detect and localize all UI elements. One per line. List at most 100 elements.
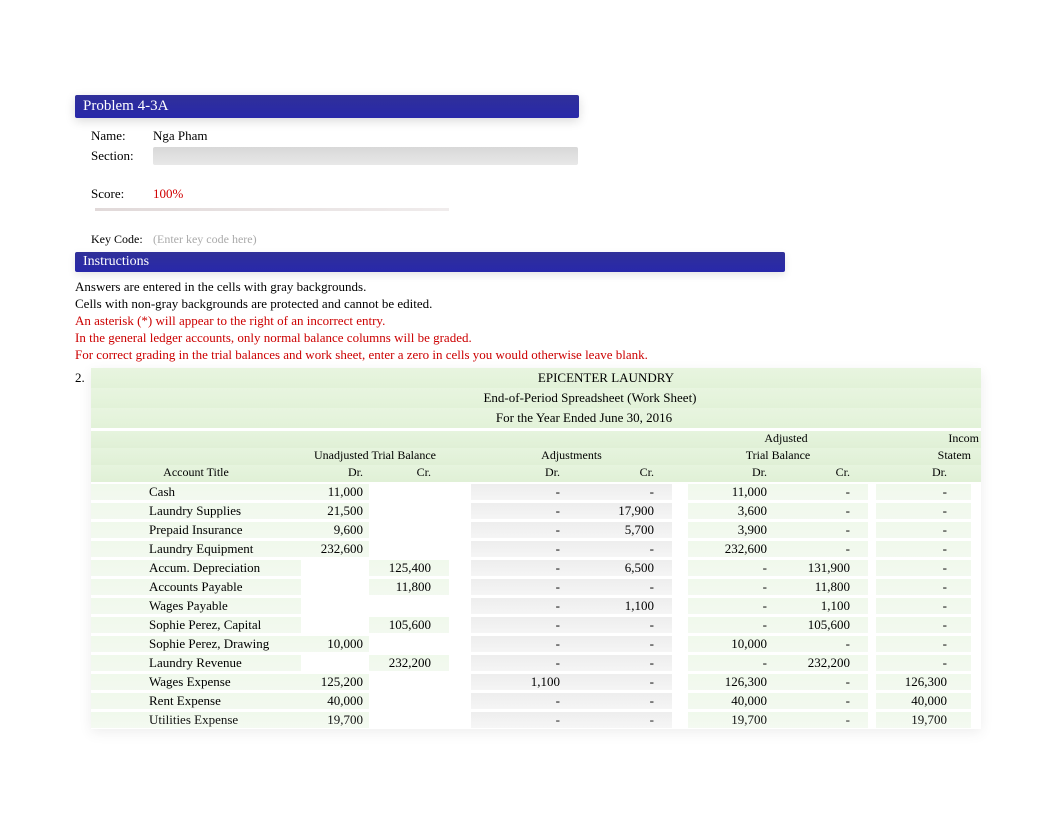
atb-dr-cell: -: [688, 579, 773, 595]
atb-cr-header: Cr.: [773, 465, 868, 482]
utb-dr-header: Dr.: [301, 465, 369, 482]
adj-cr-cell[interactable]: -: [566, 541, 672, 557]
account-title-cell: Wages Expense: [91, 674, 301, 690]
is-dr-cell: -: [876, 541, 971, 557]
adj-dr-cell[interactable]: -: [471, 655, 566, 671]
table-row: Accum. Depreciation125,400-6,500-131,900…: [91, 558, 981, 577]
adjusted-tb-label: Trial Balance: [688, 448, 868, 465]
instructions-text: Answers are entered in the cells with gr…: [75, 278, 1062, 363]
atb-cr-cell: -: [773, 693, 868, 709]
section-label: Section:: [91, 148, 153, 164]
section-number: 2.: [75, 370, 85, 386]
atb-cr-cell: -: [773, 522, 868, 538]
keycode-label: Key Code:: [91, 232, 153, 247]
utb-dr-cell: 9,600: [301, 522, 369, 538]
atb-dr-cell: 3,600: [688, 503, 773, 519]
atb-dr-cell: 10,000: [688, 636, 773, 652]
unadjusted-tb-label: Unadjusted Trial Balance: [301, 448, 449, 465]
atb-dr-cell: -: [688, 598, 773, 614]
atb-dr-cell: 126,300: [688, 674, 773, 690]
utb-dr-cell: 10,000: [301, 636, 369, 652]
atb-dr-cell: 40,000: [688, 693, 773, 709]
adj-dr-cell[interactable]: -: [471, 522, 566, 538]
worksheet-company: EPICENTER LAUNDRY: [91, 368, 981, 388]
is-dr-cell: -: [876, 503, 971, 519]
account-title-cell: Accounts Payable: [91, 579, 301, 595]
table-row: Wages Payable-1,100-1,100-: [91, 596, 981, 615]
atb-dr-header: Dr.: [688, 465, 773, 482]
account-title-cell: Laundry Supplies: [91, 503, 301, 519]
instructions-bar: Instructions: [75, 252, 785, 272]
worksheet-period: For the Year Ended June 30, 2016: [91, 408, 981, 428]
atb-cr-cell: 131,900: [773, 560, 868, 576]
income-label: Incom: [884, 431, 979, 448]
worksheet: EPICENTER LAUNDRY End-of-Period Spreadsh…: [91, 368, 981, 729]
adj-cr-cell[interactable]: -: [566, 655, 672, 671]
utb-dr-cell: 40,000: [301, 693, 369, 709]
is-dr-cell: -: [876, 598, 971, 614]
adj-dr-cell[interactable]: -: [471, 541, 566, 557]
account-title-cell: Wages Payable: [91, 598, 301, 614]
instructions-line3: An asterisk (*) will appear to the right…: [75, 312, 1062, 329]
utb-cr-cell: 11,800: [369, 579, 449, 595]
column-labels-row: Account Title Dr. Cr. Dr. Cr. Dr. Cr. Dr…: [91, 465, 981, 482]
adj-dr-cell[interactable]: -: [471, 484, 566, 500]
adj-dr-cell[interactable]: -: [471, 560, 566, 576]
table-row: Cash11,000--11,000--: [91, 482, 981, 501]
atb-cr-cell: -: [773, 636, 868, 652]
adj-cr-cell[interactable]: -: [566, 693, 672, 709]
atb-cr-cell: 105,600: [773, 617, 868, 633]
atb-cr-cell: -: [773, 484, 868, 500]
atb-dr-cell: 3,900: [688, 522, 773, 538]
table-row: Wages Expense125,2001,100-126,300-126,30…: [91, 672, 981, 691]
adj-cr-cell[interactable]: 1,100: [566, 598, 672, 614]
is-dr-cell: -: [876, 617, 971, 633]
adj-cr-cell[interactable]: -: [566, 712, 672, 728]
account-title-cell: Utilities Expense: [91, 712, 301, 728]
adj-dr-cell[interactable]: -: [471, 693, 566, 709]
utb-dr-cell: 21,500: [301, 503, 369, 519]
keycode-input[interactable]: (Enter key code here): [153, 232, 257, 247]
adj-cr-cell[interactable]: -: [566, 484, 672, 500]
utb-dr-cell: 11,000: [301, 484, 369, 500]
worksheet-title: End-of-Period Spreadsheet (Work Sheet): [91, 388, 981, 408]
adj-dr-cell[interactable]: -: [471, 598, 566, 614]
income-stmt-label: Statem: [876, 448, 971, 465]
name-label: Name:: [91, 128, 153, 144]
adj-dr-cell[interactable]: -: [471, 617, 566, 633]
adj-dr-cell[interactable]: -: [471, 579, 566, 595]
table-row: Prepaid Insurance9,600-5,7003,900--: [91, 520, 981, 539]
score-value: 100%: [153, 186, 183, 202]
adj-cr-cell[interactable]: -: [566, 636, 672, 652]
is-dr-cell: -: [876, 579, 971, 595]
adj-cr-header: Cr.: [566, 465, 672, 482]
is-dr-cell: -: [876, 522, 971, 538]
adj-dr-header: Dr.: [471, 465, 566, 482]
is-dr-cell: -: [876, 484, 971, 500]
atb-cr-cell: 1,100: [773, 598, 868, 614]
account-title-cell: Cash: [91, 484, 301, 500]
section-input[interactable]: [153, 147, 578, 165]
atb-dr-cell: -: [688, 560, 773, 576]
table-row: Accounts Payable11,800---11,800-: [91, 577, 981, 596]
table-row: Laundry Revenue232,200---232,200-: [91, 653, 981, 672]
adj-cr-cell[interactable]: -: [566, 579, 672, 595]
adj-dr-cell[interactable]: -: [471, 503, 566, 519]
table-row: Rent Expense40,000--40,000-40,000: [91, 691, 981, 710]
adj-cr-cell[interactable]: -: [566, 617, 672, 633]
adj-dr-cell[interactable]: -: [471, 712, 566, 728]
is-dr-cell: -: [876, 655, 971, 671]
adj-cr-cell[interactable]: 17,900: [566, 503, 672, 519]
is-dr-cell: -: [876, 636, 971, 652]
adj-cr-cell[interactable]: -: [566, 674, 672, 690]
adj-dr-cell[interactable]: -: [471, 636, 566, 652]
problem-title-bar: Problem 4-3A: [75, 95, 579, 118]
atb-cr-cell: -: [773, 674, 868, 690]
adj-cr-cell[interactable]: 6,500: [566, 560, 672, 576]
adj-dr-cell[interactable]: 1,100: [471, 674, 566, 690]
utb-dr-cell: 19,700: [301, 712, 369, 728]
is-dr-cell: 40,000: [876, 693, 971, 709]
adj-cr-cell[interactable]: 5,700: [566, 522, 672, 538]
account-title-cell: Laundry Revenue: [91, 655, 301, 671]
atb-cr-cell: -: [773, 541, 868, 557]
